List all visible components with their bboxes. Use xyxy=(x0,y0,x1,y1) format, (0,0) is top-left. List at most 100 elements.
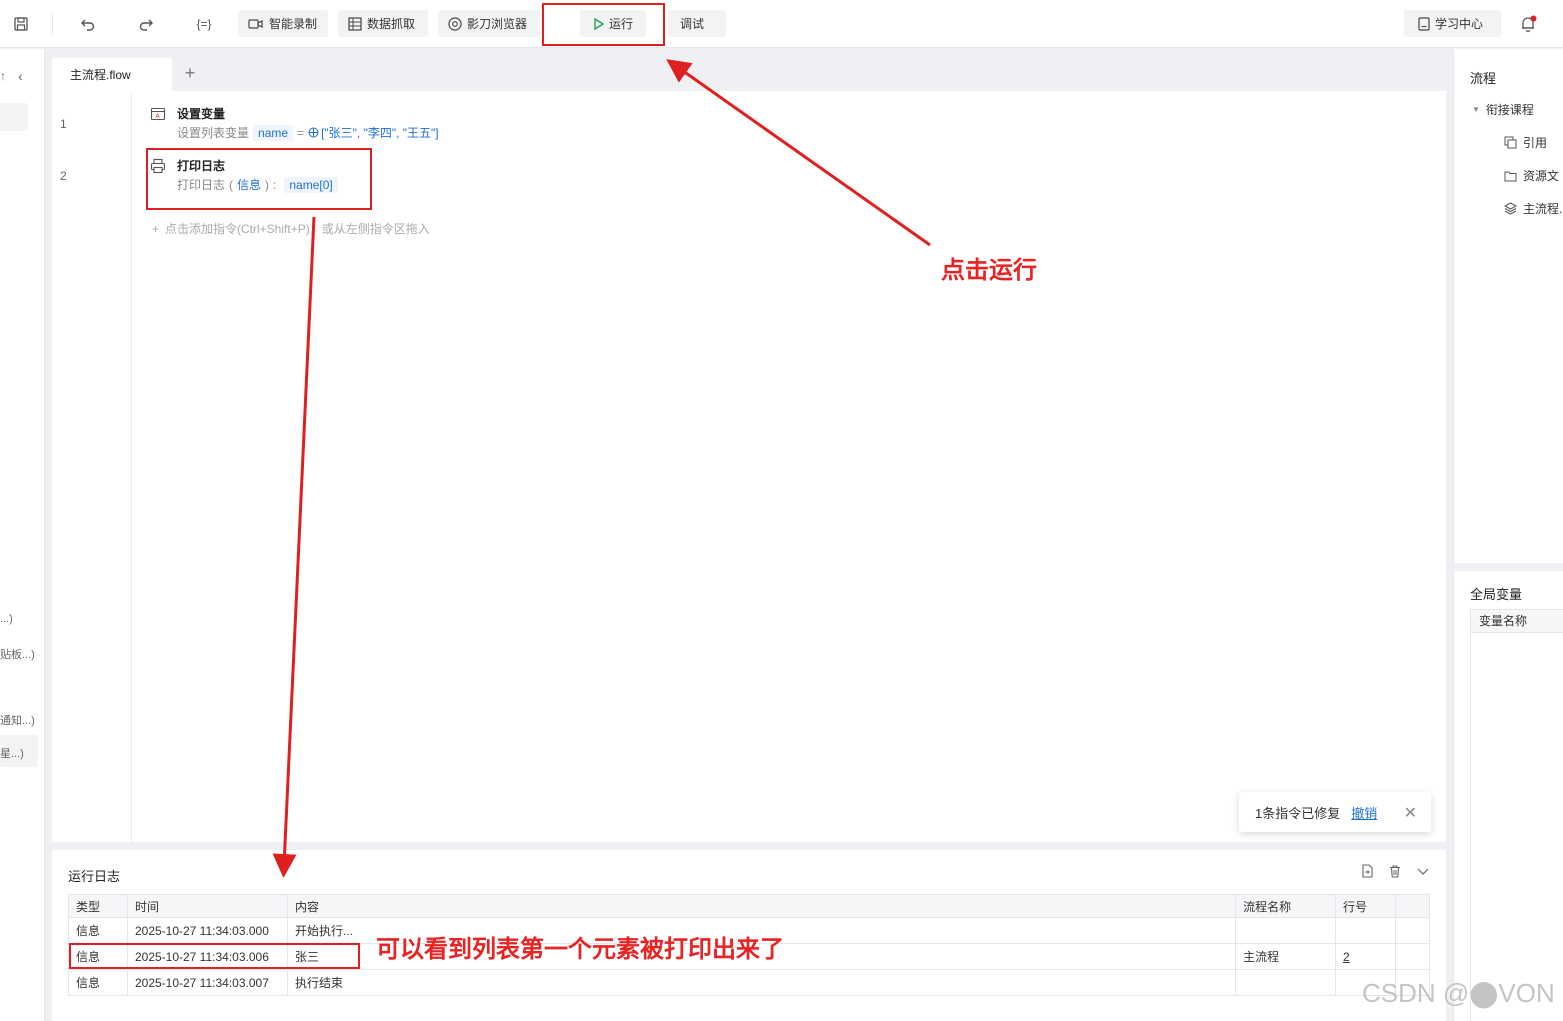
undo-link[interactable]: 撤销 xyxy=(1351,803,1377,822)
line-number-gutter: 1 2 xyxy=(52,91,132,842)
left-item-3[interactable]: 通知...) xyxy=(0,712,35,728)
tab-main-flow[interactable]: 主流程.flow xyxy=(52,58,172,91)
add-tab-icon[interactable]: + xyxy=(180,63,200,83)
undo-icon[interactable] xyxy=(76,12,100,36)
smart-record-button[interactable]: 智能录制 xyxy=(238,10,328,37)
book-icon xyxy=(1418,16,1430,31)
annotation-click-run: 点击运行 xyxy=(941,257,1037,284)
tree-item-label: 资源文 xyxy=(1523,169,1560,183)
trash-icon[interactable] xyxy=(1388,864,1402,878)
debug-button[interactable]: 调试 xyxy=(668,10,726,37)
fix-toast: 1条指令已修复 撤销 ✕ xyxy=(1239,792,1431,832)
toast-message: 1条指令已修复 xyxy=(1255,805,1341,821)
col-extra xyxy=(1395,894,1431,918)
variable-braces-icon[interactable]: {=} xyxy=(192,12,216,36)
cell-type: 信息 xyxy=(68,917,128,944)
global-vars-title: 全局变量 xyxy=(1470,587,1523,602)
annotation-note: 可以看到列表第一个元素被打印出来了 xyxy=(376,936,784,963)
tab-main-flow-label: 主流程.flow xyxy=(70,68,131,82)
csdn-watermark: CSDN @⬤VON xyxy=(1362,978,1555,1008)
cell-time: 2025-10-27 11:34:03.007 xyxy=(127,969,288,996)
editor-tab-bar: 主流程.flow + xyxy=(52,56,1446,91)
cell-flow xyxy=(1235,969,1337,996)
tree-root-label: 衔接课程 xyxy=(1485,103,1534,117)
smart-record-label: 智能录制 xyxy=(269,17,318,31)
data-capture-label: 数据抓取 xyxy=(367,17,416,31)
left-item-4[interactable]: 星...) xyxy=(0,745,24,761)
cell-extra xyxy=(1395,943,1431,970)
table-header-row: 类型 时间 内容 流程名称 行号 xyxy=(68,894,1431,918)
export-icon[interactable] xyxy=(1360,864,1374,878)
tree-item-resources[interactable]: 资源文 xyxy=(1504,167,1559,184)
tree-item-main-flow[interactable]: 主流程. xyxy=(1504,200,1562,217)
col-time: 时间 xyxy=(127,894,288,918)
chevron-down-icon[interactable] xyxy=(1416,864,1430,878)
left-search-box[interactable] xyxy=(0,103,28,131)
learn-center-button[interactable]: 学习中心 xyxy=(1404,10,1501,37)
cell-time: 2025-10-27 11:34:03.000 xyxy=(127,917,288,944)
learn-center-label: 学习中心 xyxy=(1435,17,1484,31)
cell-extra xyxy=(1395,917,1431,944)
copy-reference-icon xyxy=(1504,136,1517,149)
tree-item-label: 主流程. xyxy=(1523,202,1563,216)
cell-content: 执行结束 xyxy=(287,969,1237,996)
tree-item-label: 引用 xyxy=(1523,136,1548,150)
annotation-box-run xyxy=(542,3,665,46)
left-command-panel: ↑ ‹ ...) 贴板...) 通知...) 星...) xyxy=(0,49,45,1021)
table-row[interactable]: 信息 2025-10-27 11:34:03.007 执行结束 xyxy=(68,969,1431,996)
command-title: 设置变量 xyxy=(177,107,226,121)
cell-flow: 主流程 xyxy=(1235,943,1337,970)
var-name-column: 变量名称 xyxy=(1470,609,1563,633)
run-log-title: 运行日志 xyxy=(68,869,121,884)
col-content: 内容 xyxy=(287,894,1237,918)
command-description: 设置列表变量 name = ["张三", "李四", "王五"] xyxy=(177,124,439,141)
browser-button[interactable]: 影刀浏览器 xyxy=(438,10,540,37)
annotation-box-print-log xyxy=(146,148,372,210)
collapse-arrow-icon[interactable]: ↑ xyxy=(0,69,6,83)
col-flow-name: 流程名称 xyxy=(1235,894,1337,918)
add-command-hint-text: 点击添加指令(Ctrl+Shift+P)，或从左侧指令区拖入 xyxy=(165,222,430,236)
close-icon[interactable]: ✕ xyxy=(1404,803,1417,823)
list-globe-icon xyxy=(308,127,319,138)
cell-line xyxy=(1335,917,1396,944)
caret-down-icon: ▼ xyxy=(1472,105,1480,114)
collapse-left-icon[interactable]: ‹ xyxy=(18,68,23,84)
add-command-hint[interactable]: + 点击添加指令(Ctrl+Shift+P)，或从左侧指令区拖入 xyxy=(152,220,430,237)
cell-type: 信息 xyxy=(68,969,128,996)
debug-label: 调试 xyxy=(680,17,705,31)
set-variable-icon: A xyxy=(150,107,166,121)
left-item-1[interactable]: ...) xyxy=(0,613,13,625)
annotation-box-log-row xyxy=(69,943,360,969)
toolbar-divider xyxy=(52,14,53,34)
redo-icon[interactable] xyxy=(134,12,158,36)
cell-line-link[interactable]: 2 xyxy=(1335,943,1396,970)
browser-label: 影刀浏览器 xyxy=(467,17,528,31)
cell-flow xyxy=(1235,917,1337,944)
global-vars-list xyxy=(1470,632,1563,1021)
col-line-no: 行号 xyxy=(1335,894,1396,918)
desc-prefix: 设置列表变量 xyxy=(177,126,250,140)
variable-chip: name xyxy=(253,124,294,141)
tree-item-reference[interactable]: 引用 xyxy=(1504,134,1547,151)
data-capture-button[interactable]: 数据抓取 xyxy=(338,10,428,37)
top-toolbar: {=} 智能录制 数据抓取 影刀浏览器 运行 调试 学习中心 xyxy=(0,0,1563,48)
list-value: ["张三", "李四", "王五"] xyxy=(321,126,439,140)
right-panel: 流程 ▼ 衔接课程 引用 资源文 主流程. 全局变量 变量名称 xyxy=(1453,49,1563,1021)
plus-icon: + xyxy=(152,222,160,236)
browser-icon xyxy=(448,16,462,31)
log-toolbar xyxy=(1360,864,1430,878)
tree-root-course[interactable]: ▼ 衔接课程 xyxy=(1472,101,1534,118)
svg-text:A: A xyxy=(156,113,161,120)
equals-sign: = xyxy=(297,125,305,140)
col-type: 类型 xyxy=(68,894,128,918)
line-number-1: 1 xyxy=(60,117,67,131)
panel-divider xyxy=(1454,563,1563,571)
notification-bell-icon[interactable] xyxy=(1516,12,1540,36)
save-icon[interactable] xyxy=(9,12,33,36)
flow-panel-title: 流程 xyxy=(1470,71,1497,86)
left-item-2[interactable]: 贴板...) xyxy=(0,646,35,662)
resource-file-icon xyxy=(1504,171,1517,182)
table-grid-icon xyxy=(348,16,362,31)
line-number-2: 2 xyxy=(60,169,67,183)
video-camera-icon xyxy=(248,18,263,29)
